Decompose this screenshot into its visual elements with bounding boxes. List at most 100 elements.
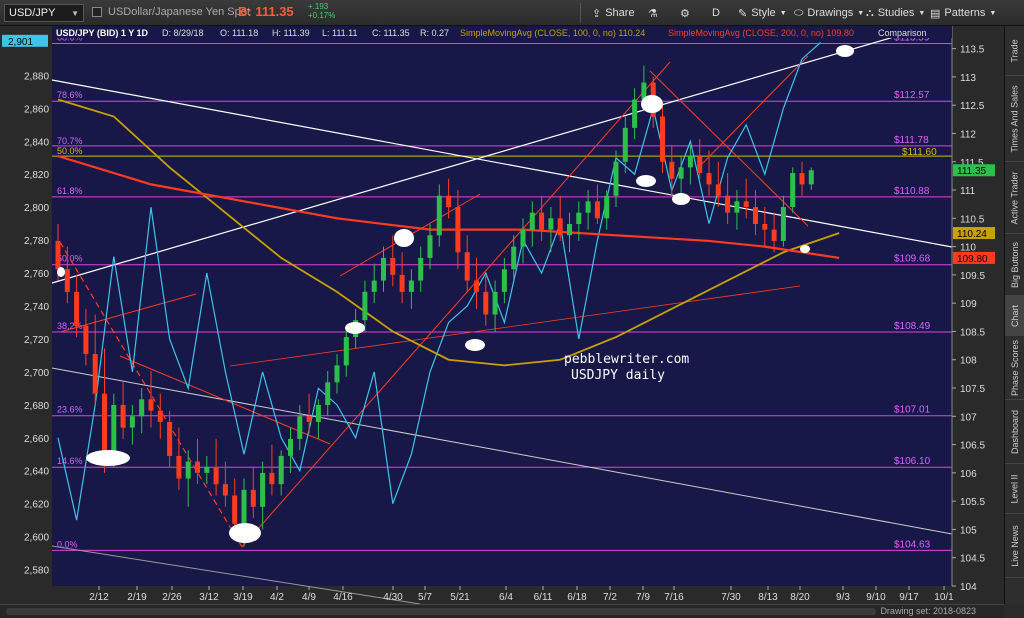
candle-body[interactable] [362,291,368,321]
candle-body[interactable] [204,467,210,473]
oval-marker[interactable] [836,45,854,57]
side-tab[interactable]: Chart [1005,296,1024,336]
candle-body[interactable] [83,325,89,355]
candle-body[interactable] [808,170,814,185]
candle-body[interactable] [167,421,173,456]
candle-body[interactable] [520,229,526,247]
candle-body[interactable] [511,246,517,270]
candle-body[interactable] [315,404,321,422]
candle-body[interactable] [492,291,498,315]
candle-body[interactable] [715,184,721,196]
candle-body[interactable] [288,438,293,456]
candle-body[interactable] [148,399,154,411]
candle-body[interactable] [539,212,545,230]
candle-body[interactable] [706,173,712,185]
candle-body[interactable] [195,461,200,473]
candle-body[interactable] [725,195,731,213]
candle-body[interactable] [585,201,591,213]
candle-body[interactable] [399,274,405,292]
share-button[interactable]: ⇪ Share [592,4,635,22]
settings-button[interactable]: ⚙ [680,4,690,22]
candle-body[interactable] [269,472,275,485]
side-tab[interactable]: Big Buttons [1005,234,1024,296]
candle-body[interactable] [483,291,489,315]
candle-body[interactable] [325,382,331,405]
candle-body[interactable] [622,127,628,162]
candle-body[interactable] [455,207,461,253]
candle-body[interactable] [343,337,349,366]
oval-marker[interactable] [641,95,663,113]
candle-body[interactable] [390,257,396,275]
candle-body[interactable] [464,252,470,281]
candle-body[interactable] [176,455,182,479]
candle-body[interactable] [334,365,340,383]
candle-body[interactable] [157,410,163,422]
candle-body[interactable] [74,291,80,326]
candle-body[interactable] [529,212,535,230]
price-chart[interactable]: 88.6%$113.5978.6%$112.5770.7%$111.7850.0… [0,19,1004,605]
oval-marker[interactable] [229,523,261,543]
chevron-down-icon[interactable]: ▼ [71,9,79,18]
oval-marker[interactable] [465,339,485,351]
candle-body[interactable] [232,495,238,524]
candle-body[interactable] [408,280,414,292]
candle-body[interactable] [790,173,796,208]
candle-body[interactable] [102,393,107,456]
style-button[interactable]: ✎ Style ▼ [738,4,787,22]
candle-body[interactable] [371,280,377,292]
candle-body[interactable] [687,156,693,168]
candle-body[interactable] [260,472,266,507]
candle-body[interactable] [604,195,610,219]
candle-body[interactable] [381,257,386,281]
side-tab[interactable]: Trade [1005,26,1024,76]
oval-marker[interactable] [800,245,810,253]
candle-body[interactable] [120,404,126,428]
chart-area[interactable]: 88.6%$113.5978.6%$112.5770.7%$111.7850.0… [0,19,1004,605]
candle-body[interactable] [474,280,479,292]
side-tab[interactable]: Dashboard [1005,400,1024,464]
period-button[interactable]: D [712,4,720,22]
candle-body[interactable] [548,218,554,230]
candle-body[interactable] [753,207,758,224]
oval-marker[interactable] [57,267,65,277]
candle-body[interactable] [697,156,703,174]
side-tab[interactable]: Live News [1005,514,1024,578]
patterns-button[interactable]: ▤ Patterns ▼ [930,4,996,22]
side-tab[interactable]: Active Trader [1005,162,1024,234]
candle-body[interactable] [743,201,749,208]
candle-body[interactable] [557,218,563,236]
oval-marker[interactable] [672,193,690,205]
candle-body[interactable] [306,416,312,422]
flask-button[interactable]: ⚗ [648,4,658,22]
candle-body[interactable] [780,207,786,241]
candle-body[interactable] [64,269,70,292]
candle-body[interactable] [594,201,600,219]
candle-body[interactable] [436,195,442,236]
candle-body[interactable] [139,399,145,417]
candle-body[interactable] [660,116,665,162]
candle-body[interactable] [576,212,582,224]
candle-body[interactable] [771,229,777,241]
side-tab[interactable]: Level II [1005,464,1024,514]
horizontal-scrollbar[interactable] [6,608,876,615]
candle-body[interactable] [418,257,424,281]
candle-body[interactable] [55,240,61,270]
side-tab[interactable]: Phase Scores [1005,336,1024,400]
checkbox-icon[interactable] [92,7,102,17]
candle-body[interactable] [111,404,117,456]
candle-body[interactable] [213,467,219,485]
candle-body[interactable] [734,201,740,213]
candle-body[interactable] [446,195,452,208]
candle-body[interactable] [185,461,191,479]
studies-button[interactable]: ⛬ Studies ▼ [866,4,925,22]
candle-body[interactable] [762,223,768,230]
candle-body[interactable] [501,269,507,292]
candle-body[interactable] [678,167,684,179]
candle-body[interactable] [297,416,303,439]
candle-body[interactable] [613,161,619,196]
candle-body[interactable] [427,235,433,258]
drawings-button[interactable]: ⬭ Drawings ▼ [794,4,864,22]
candle-body[interactable] [669,161,675,179]
candle-body[interactable] [241,489,247,524]
candle-body[interactable] [799,173,805,185]
